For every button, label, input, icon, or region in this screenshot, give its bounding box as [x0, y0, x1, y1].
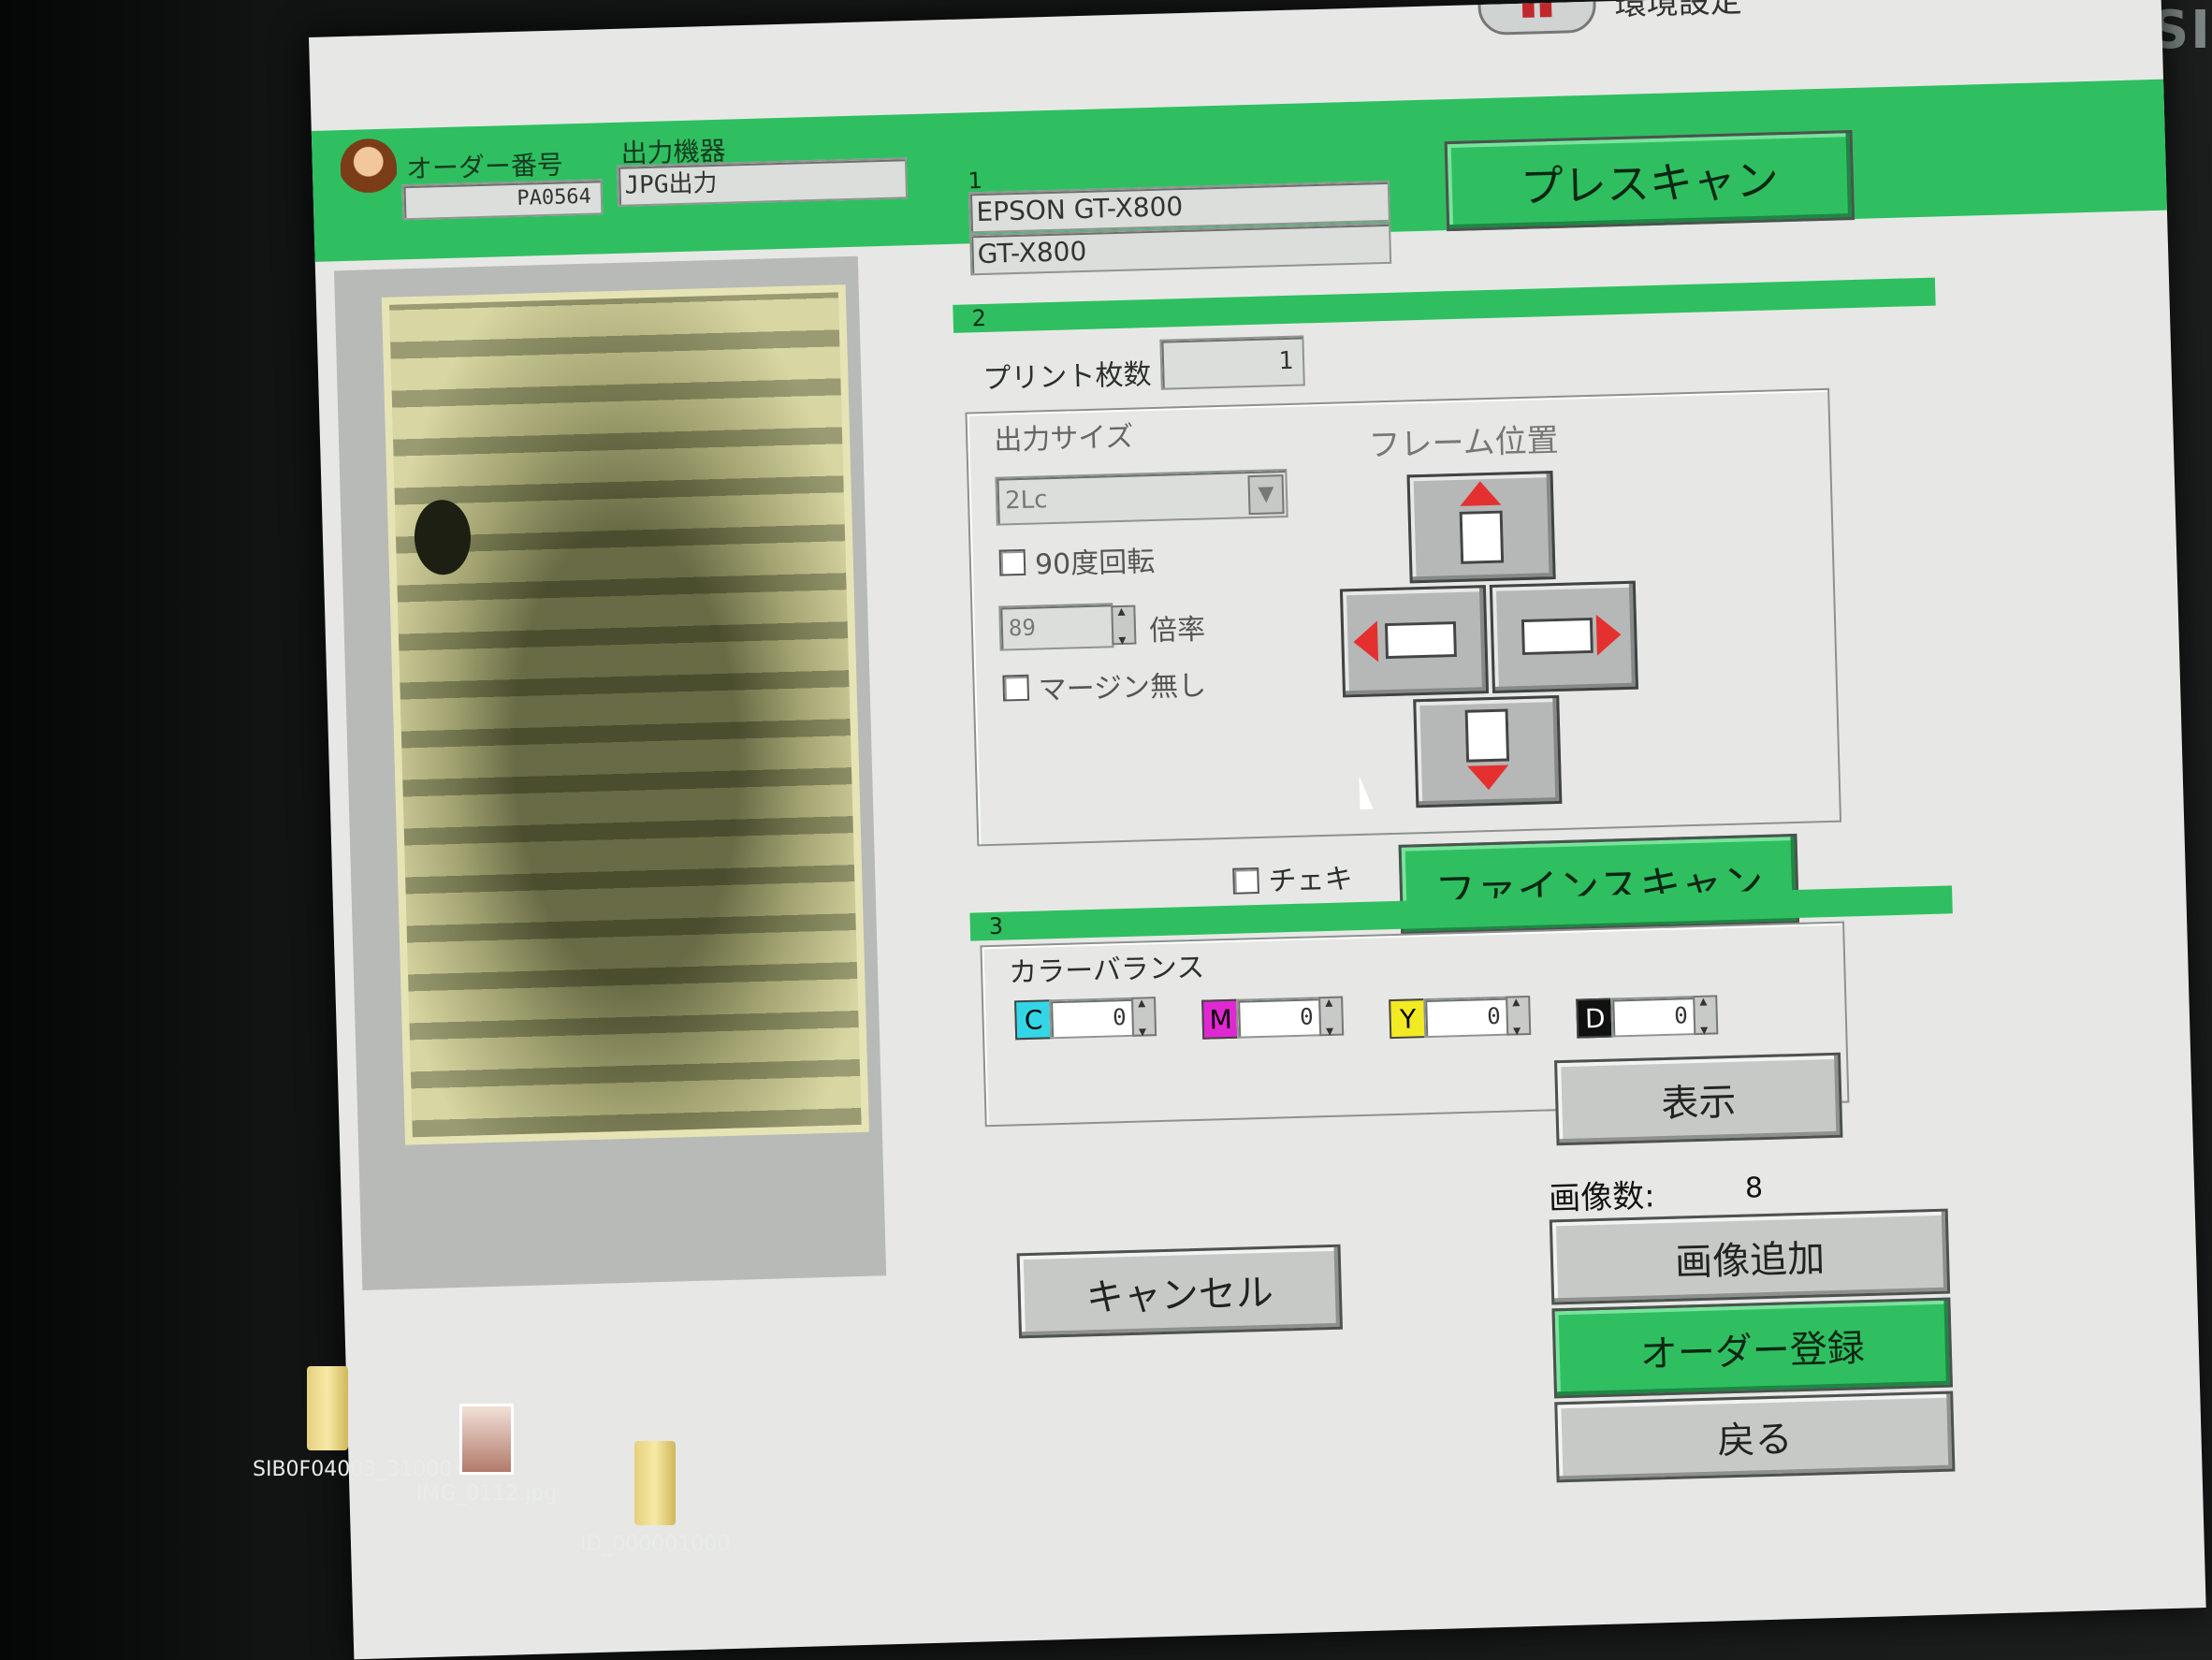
yellow-stepper[interactable] [1506, 995, 1532, 1036]
add-image-button[interactable]: 画像追加 [1549, 1208, 1951, 1305]
desktop-icon-label: IMG_0112.jpg [415, 1482, 558, 1506]
output-device-field[interactable]: JPG出力 [616, 157, 909, 207]
image-count-value: 8 [1744, 1172, 1764, 1205]
desktop-folder-icon[interactable]: ID_000001000 [580, 1441, 730, 1556]
print-count-label: プリント枚数 [982, 358, 1152, 397]
yellow-input[interactable]: 0 [1423, 996, 1509, 1039]
arrow-right-icon [1595, 614, 1622, 656]
output-size-label: 出力サイズ [993, 420, 1134, 458]
mouse-cursor-icon [1359, 775, 1374, 809]
cyan-tag: C [1014, 999, 1054, 1041]
cyan-input[interactable]: 0 [1049, 997, 1135, 1040]
density-stepper[interactable] [1693, 995, 1719, 1036]
frame-icon [1459, 510, 1505, 564]
print-count-field[interactable]: 1 [1159, 335, 1305, 390]
density-input[interactable]: 0 [1610, 996, 1696, 1038]
density-tag: D [1576, 997, 1615, 1039]
frame-icon [1464, 708, 1510, 763]
arrow-left-icon [1352, 620, 1379, 663]
back-button[interactable]: 戻る [1554, 1391, 1956, 1483]
desktop-icon-label: ID_000001000 [580, 1533, 731, 1556]
no-margin-label: マージン無し [1038, 669, 1207, 707]
settings-icon: ▮▮ [1477, 0, 1597, 36]
rotate-90-checkbox[interactable] [998, 548, 1026, 576]
settings-label: 環境設定 [1613, 0, 1743, 23]
color-balance-label: カラーバランス [1008, 951, 1205, 990]
folder-icon [307, 1366, 348, 1450]
cyan-stepper[interactable] [1130, 997, 1157, 1037]
magenta-tag: M [1201, 998, 1241, 1040]
no-margin-checkbox[interactable] [1002, 674, 1030, 702]
cheki-label: チェキ [1268, 863, 1354, 898]
settings-button[interactable]: ▮▮ 環境設定 [1477, 0, 1742, 42]
cheki-checkbox[interactable] [1232, 867, 1259, 895]
magenta-stepper[interactable] [1318, 996, 1345, 1037]
frame-right-button[interactable] [1489, 580, 1639, 693]
output-size-value: 2Lc [1004, 486, 1048, 516]
folder-icon [634, 1441, 676, 1525]
arrow-down-icon [1467, 764, 1509, 791]
order-register-button[interactable]: オーダー登録 [1551, 1297, 1953, 1399]
frame-icon [1521, 617, 1594, 656]
yellow-tag: Y [1389, 998, 1428, 1040]
prescan-button[interactable]: プレスキャン [1444, 129, 1855, 232]
flag-circle [413, 499, 473, 576]
frame-down-button[interactable] [1413, 694, 1563, 808]
cancel-button[interactable]: キャンセル [1016, 1244, 1343, 1339]
frame-icon [1384, 621, 1457, 660]
output-size-select[interactable]: 2Lc ▼ [995, 468, 1288, 526]
frame-left-button[interactable] [1339, 585, 1490, 698]
order-number-field: PA0564 [401, 179, 604, 221]
scanned-photo-preview [381, 284, 869, 1145]
scale-field[interactable]: 89 [998, 603, 1114, 651]
rotate-90-label: 90度回転 [1034, 545, 1156, 582]
user-avatar-icon [340, 138, 398, 206]
chevron-down-icon[interactable]: ▼ [1247, 474, 1285, 516]
desktop-image-icon[interactable]: IMG_0112.jpg [412, 1404, 561, 1506]
section-2-bar: 2 [953, 277, 1936, 333]
scale-label: 倍率 [1148, 613, 1206, 648]
image-file-icon [459, 1404, 514, 1475]
show-button[interactable]: 表示 [1554, 1052, 1843, 1146]
app-screen: ▮▮ 環境設定 オーダー番号 PA0564 出力機器 JPG出力 1 EPSON… [309, 0, 2206, 1660]
frame-position-label: フレーム位置 [1368, 421, 1560, 465]
frame-up-button[interactable] [1406, 471, 1556, 584]
arrow-up-icon [1459, 480, 1502, 506]
magenta-input[interactable]: 0 [1236, 997, 1322, 1039]
scale-stepper[interactable] [1111, 604, 1137, 646]
image-count-label: 画像数: [1548, 1177, 1656, 1218]
desktop-folder-icon[interactable]: SIB0F04003_31000 [253, 1366, 452, 1481]
